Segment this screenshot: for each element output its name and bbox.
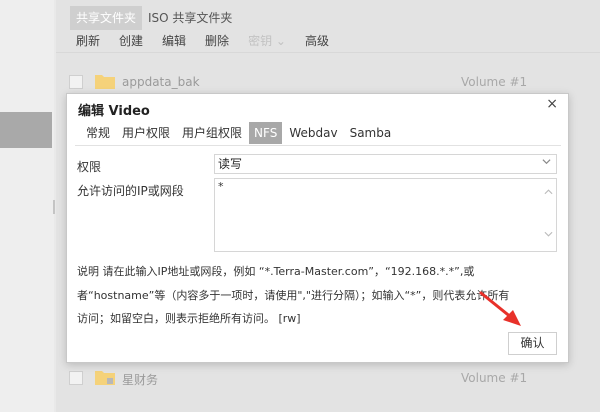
encrypt-label: 密钥 — [248, 34, 273, 48]
folder-volume: Volume #1 — [461, 371, 528, 385]
ip-textarea[interactable]: * — [214, 178, 557, 252]
tab-webdav[interactable]: Webdav — [284, 122, 342, 144]
create-button[interactable]: 创建 — [119, 33, 143, 51]
folder-tabs: 共享文件夹 ISO 共享文件夹 — [70, 6, 238, 30]
tab-shared-folder[interactable]: 共享文件夹 — [70, 6, 143, 30]
row-checkbox[interactable] — [69, 75, 83, 89]
toolbar: 刷新 创建 编辑 删除 密钥 ⌄ 高级 — [76, 33, 348, 51]
chevron-down-icon — [542, 159, 551, 165]
scroll-up-icon[interactable] — [544, 189, 553, 195]
confirm-button[interactable]: 确认 — [508, 332, 557, 355]
row-checkbox[interactable] — [69, 371, 83, 385]
folder-name: appdata_bak — [122, 75, 200, 89]
table-row[interactable]: 星财务 Volume #1 — [56, 361, 600, 397]
ip-textarea-value: * — [218, 180, 224, 193]
tab-group-permissions[interactable]: 用户组权限 — [177, 122, 247, 144]
scroll-down-icon[interactable] — [544, 231, 553, 237]
folder-name: 星财务 — [122, 373, 159, 387]
left-nav-selected-item[interactable] — [0, 112, 52, 148]
tab-nfs[interactable]: NFS — [249, 122, 283, 144]
encrypt-button[interactable]: 密钥 ⌄ — [248, 33, 286, 51]
tab-iso-shared-folder[interactable]: ISO 共享文件夹 — [142, 6, 238, 30]
delete-button[interactable]: 删除 — [205, 33, 229, 51]
ip-label: 允许访问的IP或网段 — [77, 184, 184, 198]
close-icon[interactable]: × — [546, 96, 558, 112]
tab-user-permissions[interactable]: 用户权限 — [117, 122, 175, 144]
dialog-title: 编辑 Video — [78, 104, 150, 119]
folder-volume: Volume #1 — [461, 75, 528, 89]
permission-select[interactable]: 读写 — [214, 154, 557, 174]
toolbar-divider — [56, 52, 600, 53]
panel-splitter[interactable] — [53, 200, 55, 214]
dialog-tabs: 常规 用户权限 用户组权限 NFS Webdav Samba — [81, 122, 398, 144]
permission-label: 权限 — [77, 160, 102, 174]
folder-icon — [95, 75, 115, 89]
advanced-button[interactable]: 高级 — [305, 33, 329, 51]
tab-divider — [75, 145, 561, 146]
locked-folder-icon — [95, 371, 115, 385]
tab-general[interactable]: 常规 — [81, 122, 115, 144]
edit-button[interactable]: 编辑 — [162, 33, 186, 51]
permission-value: 读写 — [218, 157, 243, 171]
tab-samba[interactable]: Samba — [345, 122, 397, 144]
refresh-button[interactable]: 刷新 — [76, 33, 100, 51]
note-line-3: 访问；如留空白，则表示拒绝所有访问。 [rw] — [77, 312, 301, 325]
edit-dialog: 编辑 Video × 常规 用户权限 用户组权限 NFS Webdav Samb… — [66, 93, 569, 363]
note-line-1: 说明 请在此输入IP地址或网段，例如 “*.Terra-Master.com”，… — [77, 265, 475, 278]
left-nav-panel — [0, 0, 54, 412]
note-line-2: 者“hostname”等（内容多于一项时，请使用","进行分隔）；如输入“*”，… — [77, 289, 510, 302]
